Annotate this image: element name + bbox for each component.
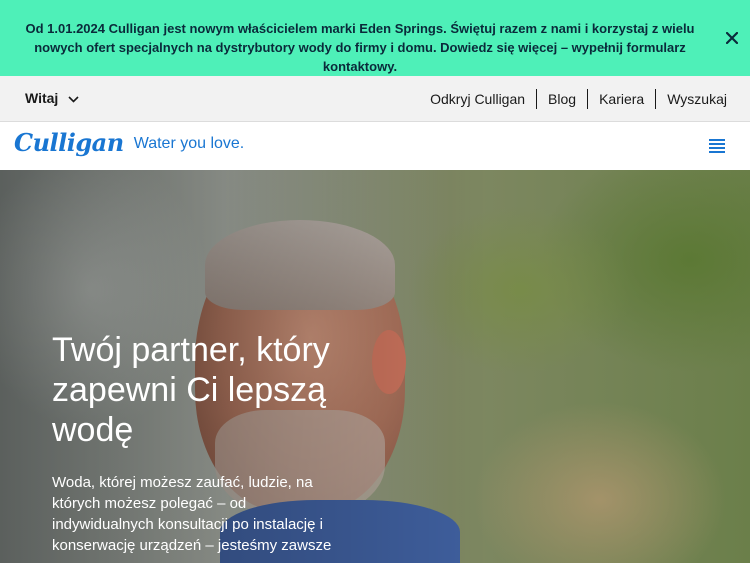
language-label: Witaj xyxy=(25,90,59,106)
utility-bar: Witaj Odkryj Culligan Blog Kariera Wyszu… xyxy=(0,76,750,122)
language-selector[interactable]: Witaj xyxy=(25,90,79,106)
announcement-text[interactable]: Od 1.01.2024 Culligan jest nowym właścic… xyxy=(14,19,706,76)
hero-section: Twój partner, który zapewni Ci lepszą wo… xyxy=(0,170,750,563)
link-odkryj-culligan[interactable]: Odkryj Culligan xyxy=(419,89,536,109)
main-navigation: Culligan Water you love. xyxy=(0,122,750,170)
hero-description: Woda, której możesz zaufać, ludzie, na k… xyxy=(52,474,332,554)
utility-links: Odkryj Culligan Blog Kariera Wyszukaj xyxy=(419,89,738,109)
logo-tagline: Water you love. xyxy=(133,134,245,152)
chevron-down-icon xyxy=(68,90,79,106)
announcement-banner: Od 1.01.2024 Culligan jest nowym właścic… xyxy=(0,0,750,76)
link-blog[interactable]: Blog xyxy=(537,89,587,109)
link-kariera[interactable]: Kariera xyxy=(588,89,655,109)
hero-title: Twój partner, który zapewni Ci lepszą wo… xyxy=(52,331,330,449)
logo-wordmark: Culligan xyxy=(14,128,124,157)
close-icon[interactable] xyxy=(722,28,742,48)
link-wyszukaj[interactable]: Wyszukaj xyxy=(656,89,738,109)
hamburger-menu-icon[interactable] xyxy=(709,139,725,153)
culligan-logo[interactable]: Culligan Water you love. xyxy=(14,128,244,157)
